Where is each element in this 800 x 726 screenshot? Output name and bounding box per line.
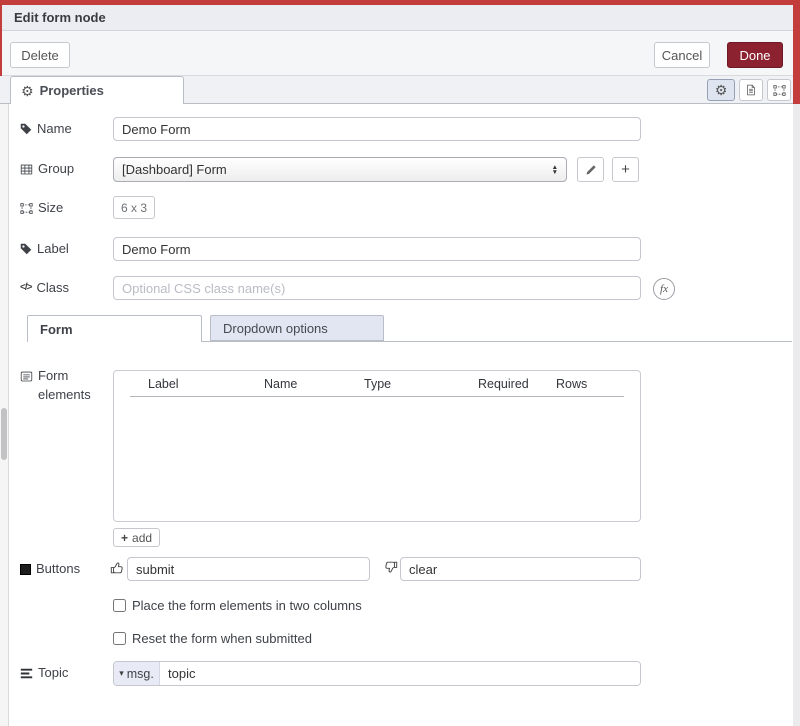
group-field-label: Group <box>20 157 74 181</box>
right-edge-gutter <box>793 104 800 726</box>
tab-form[interactable]: Form <box>27 315 202 342</box>
object-group-icon <box>773 84 786 97</box>
delete-button[interactable]: Delete <box>10 42 70 68</box>
topic-typed-input: ▾ msg. <box>113 661 641 686</box>
add-group-button[interactable]: + <box>612 157 639 182</box>
name-input[interactable] <box>113 117 641 141</box>
add-element-button[interactable]: + add <box>113 528 160 547</box>
gear-icon: ⚙ <box>715 83 728 97</box>
tag-icon <box>20 243 32 255</box>
plus-icon: + <box>621 161 630 178</box>
select-arrows-icon: ▲▼ <box>552 165 558 175</box>
table-header-name: Name <box>264 377 297 391</box>
object-group-icon <box>20 202 33 215</box>
size-field-label: Size <box>20 196 63 220</box>
done-button[interactable]: Done <box>727 42 783 68</box>
two-columns-option: Place the form elements in two columns <box>113 598 362 613</box>
table-header-rows: Rows <box>556 377 587 391</box>
topic-type-label: msg. <box>127 667 154 681</box>
dialog-toolbar: Delete Cancel Done <box>0 31 800 76</box>
topic-input[interactable] <box>160 662 640 685</box>
edit-group-button[interactable] <box>577 157 604 182</box>
name-field-label: Name <box>20 117 72 141</box>
add-element-button-label: add <box>132 531 152 545</box>
done-button-label: Done <box>739 48 770 63</box>
group-select[interactable]: [Dashboard] Form ▲▼ <box>113 157 567 182</box>
tab-dropdown-options-label: Dropdown options <box>223 321 328 336</box>
left-scrollbar-track[interactable] <box>0 104 9 726</box>
thumbs-up-icon <box>110 561 124 575</box>
appearance-section-button[interactable] <box>767 79 791 101</box>
cancel-button[interactable]: Cancel <box>654 42 710 68</box>
two-columns-label: Place the form elements in two columns <box>132 598 362 613</box>
tab-form-label: Form <box>40 322 73 337</box>
delete-button-label: Delete <box>21 48 59 63</box>
label-input[interactable] <box>113 237 641 261</box>
table-header-type: Type <box>364 377 391 391</box>
code-icon: </> <box>20 276 31 300</box>
class-field-label: </> Class <box>20 276 69 300</box>
topic-field-label: Topic <box>20 661 68 685</box>
gear-icon: ⚙ <box>21 84 34 98</box>
buttons-field-label: Buttons <box>20 557 80 581</box>
form-elements-table: Label Name Type Required Rows <box>113 370 641 522</box>
size-button[interactable]: 6 x 3 <box>113 196 155 219</box>
right-red-edge <box>793 0 800 104</box>
tasks-icon <box>20 667 33 680</box>
pencil-icon <box>585 164 597 176</box>
top-red-bar <box>0 0 800 5</box>
chevron-down-icon: ▾ <box>119 668 124 679</box>
submit-button-text-input[interactable] <box>127 557 370 581</box>
scrollbar-thumb[interactable] <box>1 408 7 460</box>
reset-form-label: Reset the form when submitted <box>132 631 312 646</box>
properties-section-button[interactable]: ⚙ <box>707 79 735 101</box>
group-select-value: [Dashboard] Form <box>122 162 227 177</box>
dialog-tabbar: ⚙ Properties ⚙ <box>0 76 800 104</box>
table-header-required: Required <box>478 377 529 391</box>
tab-dropdown-options[interactable]: Dropdown options <box>210 315 384 341</box>
description-section-button[interactable] <box>739 79 763 101</box>
dialog-titlebar: Edit form node <box>0 5 800 31</box>
cancel-button-label: Cancel <box>662 48 702 63</box>
tab-properties[interactable]: ⚙ Properties <box>10 76 184 104</box>
size-value: 6 x 3 <box>121 201 147 215</box>
edit-form-node-dialog: Edit form node Delete Cancel Done ⚙ Prop… <box>0 0 800 726</box>
table-header-divider <box>130 396 624 397</box>
tag-icon <box>20 123 32 135</box>
class-input[interactable] <box>113 276 641 300</box>
table-icon <box>20 163 33 176</box>
form-elements-label: Form elements <box>20 366 100 404</box>
topic-type-select[interactable]: ▾ msg. <box>114 662 160 685</box>
list-alt-icon <box>20 370 33 383</box>
table-header-label: Label <box>148 377 179 391</box>
left-red-edge <box>0 5 2 76</box>
two-columns-checkbox[interactable] <box>113 599 126 612</box>
square-icon <box>20 564 31 575</box>
reset-form-option: Reset the form when submitted <box>113 631 312 646</box>
thumbs-down-icon <box>384 560 398 574</box>
clear-button-text-input[interactable] <box>400 557 641 581</box>
label-field-label: Label <box>20 237 69 261</box>
tab-properties-label: Properties <box>40 83 104 98</box>
plus-icon: + <box>121 531 128 545</box>
fx-badge: fx <box>653 278 675 300</box>
document-icon <box>745 83 757 97</box>
dialog-title: Edit form node <box>14 5 106 30</box>
reset-form-checkbox[interactable] <box>113 632 126 645</box>
